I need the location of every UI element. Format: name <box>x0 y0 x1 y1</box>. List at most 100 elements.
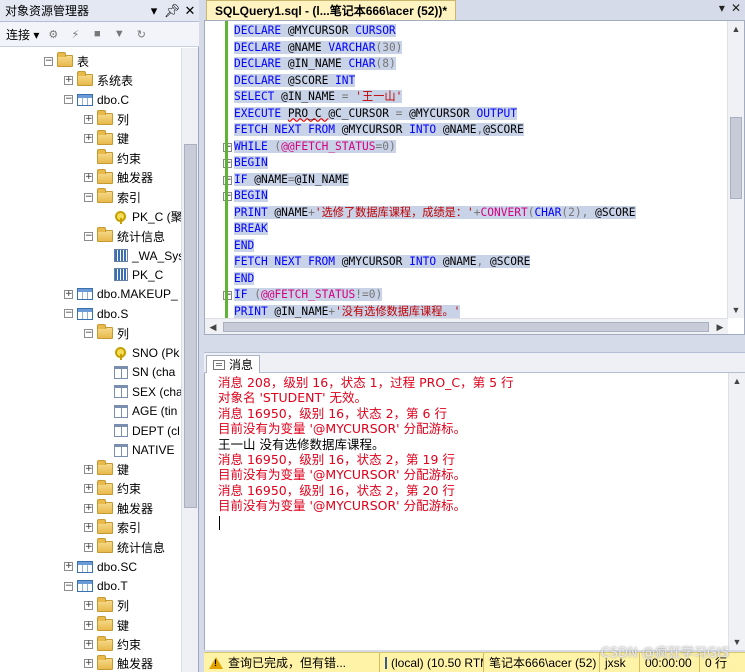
expand-icon[interactable]: + <box>84 134 93 144</box>
messages-pane[interactable]: 消息 208，级别 16，状态 1，过程 PRO_C，第 5 行对象名 'STU… <box>204 373 728 650</box>
code-line[interactable]: DECLARE @NAME VARCHAR(30) <box>234 40 403 57</box>
expand-icon[interactable]: + <box>84 173 93 183</box>
code-line[interactable]: FETCH NEXT FROM @MYCURSOR INTO @NAME, @S… <box>234 254 531 271</box>
collapse-icon[interactable]: − <box>64 95 73 105</box>
scrollbar-thumb[interactable] <box>730 117 742 199</box>
refresh-icon[interactable]: ↻ <box>133 26 149 42</box>
scroll-up-icon[interactable]: ▲ <box>729 373 745 389</box>
scroll-down-icon[interactable]: ▼ <box>729 634 745 650</box>
tree-node[interactable]: + 列 <box>84 596 129 615</box>
tree-node[interactable]: − 表 <box>44 52 89 70</box>
scroll-left-icon[interactable]: ◀ <box>205 319 221 335</box>
collapse-icon[interactable]: − <box>64 309 73 319</box>
tree-node[interactable]: + 索引 <box>84 518 141 537</box>
expand-icon[interactable]: + <box>84 620 93 630</box>
code-line[interactable]: BREAK <box>234 221 268 238</box>
code-line[interactable]: EXECUTE PRO_C @C_CURSOR = @MYCURSOR OUTP… <box>234 106 517 123</box>
tab-close-icon[interactable]: ✕ <box>731 1 741 15</box>
code-line[interactable]: DECLARE @IN_NAME CHAR(8) <box>234 56 396 73</box>
collapse-icon[interactable]: − <box>84 328 93 338</box>
expand-icon[interactable]: + <box>64 289 73 299</box>
tab-list-icon[interactable]: ▾ <box>719 1 725 15</box>
scroll-right-icon[interactable]: ▶ <box>712 319 728 335</box>
expand-icon[interactable]: + <box>84 114 93 124</box>
code-line[interactable]: END <box>234 238 255 255</box>
collapse-icon[interactable]: − <box>84 192 93 202</box>
expand-icon[interactable]: + <box>84 659 93 669</box>
pin-icon[interactable]: 📌︎ <box>163 3 181 19</box>
scrollbar-thumb[interactable] <box>184 144 197 508</box>
tree-node[interactable]: + dbo.SC <box>64 558 137 576</box>
tree-node[interactable]: − dbo.S <box>64 305 128 323</box>
tree-node[interactable]: PK_C <box>104 266 163 284</box>
expand-icon[interactable]: + <box>84 542 93 552</box>
tree-node[interactable]: − 列 <box>84 324 129 342</box>
collapse-icon[interactable]: − <box>44 56 53 66</box>
code-area[interactable]: DECLARE @MYCURSOR CURSOR DECLARE @NAME VA… <box>234 23 729 323</box>
tree-node[interactable]: PK_C (聚 <box>104 208 181 226</box>
collapse-icon[interactable]: − <box>84 231 93 241</box>
tree-node[interactable]: + 约束 <box>84 635 141 654</box>
code-line[interactable]: BEGIN <box>234 155 268 172</box>
connect-dropdown[interactable]: 连接 ▾ <box>6 26 39 43</box>
scroll-up-icon[interactable]: ▲ <box>728 21 744 37</box>
code-line[interactable]: BEGIN <box>234 188 268 205</box>
tree-node[interactable]: + 触发器 <box>84 499 153 517</box>
tree-node[interactable]: − 索引 <box>84 188 141 206</box>
tree-node[interactable]: DEPT (cl <box>104 422 180 440</box>
expand-icon[interactable]: + <box>64 562 73 572</box>
stop-icon[interactable]: ■ <box>89 26 105 42</box>
connect-icon[interactable]: ⚙ <box>45 26 61 42</box>
tab-messages[interactable]: 消息 <box>206 355 261 373</box>
code-line[interactable]: DECLARE @MYCURSOR CURSOR <box>234 23 396 40</box>
code-line[interactable]: DECLARE @SCORE INT <box>234 73 356 90</box>
filter-icon[interactable]: ▼ <box>111 26 127 42</box>
code-line[interactable]: IF @NAME=@IN_NAME <box>234 172 349 189</box>
tree-node[interactable]: + 系统表 <box>64 71 133 89</box>
expand-icon[interactable]: + <box>84 640 93 649</box>
tree-node[interactable]: + 键 <box>84 460 129 478</box>
expand-icon[interactable]: + <box>84 464 93 474</box>
collapse-icon[interactable]: − <box>64 581 73 591</box>
tree-node[interactable]: AGE (tin <box>104 402 177 420</box>
tree-node[interactable]: + 统计信息 <box>84 538 165 556</box>
tree-node[interactable]: − dbo.T <box>64 577 128 595</box>
code-line[interactable]: SELECT @IN_NAME = '王一山' <box>234 89 403 106</box>
expand-icon[interactable]: + <box>84 484 93 494</box>
tree-node[interactable]: SEX (cha <box>104 383 181 401</box>
expand-icon[interactable]: + <box>84 503 93 513</box>
editor-vertical-scrollbar[interactable]: ▲ ▼ <box>727 21 744 318</box>
object-explorer-scrollbar[interactable] <box>181 48 198 672</box>
scroll-down-icon[interactable]: ▼ <box>728 302 744 318</box>
tree-node[interactable]: + 触发器 <box>84 168 153 187</box>
window-position-icon[interactable]: ▾ <box>145 3 163 19</box>
tree-node[interactable]: _WA_Sys <box>104 247 181 265</box>
messages-scrollbar[interactable]: ▲ ▼ <box>728 373 745 650</box>
tree-node[interactable]: − dbo.C <box>64 91 129 109</box>
editor-horizontal-scrollbar[interactable]: ◀ ▶ <box>205 318 728 334</box>
tab-sqlquery1[interactable]: SQLQuery1.sql - (l...笔记本666\acer (52))* <box>206 0 457 20</box>
disconnect-icon[interactable]: ⚡ <box>67 26 83 42</box>
pane-splitter[interactable] <box>204 335 745 352</box>
expand-icon[interactable]: + <box>84 523 93 533</box>
scrollbar-thumb[interactable] <box>223 322 709 332</box>
tree-node[interactable]: + 列 <box>84 110 129 128</box>
code-line[interactable]: WHILE (@@FETCH_STATUS=0) <box>234 139 396 156</box>
tree-node[interactable]: + 键 <box>84 129 129 148</box>
tree-node[interactable]: + 约束 <box>84 479 141 498</box>
expand-icon[interactable]: + <box>64 75 73 85</box>
tree-node[interactable]: − 统计信息 <box>84 227 165 245</box>
expand-icon[interactable]: + <box>84 601 93 611</box>
tree-node[interactable]: SNO (Pk <box>104 344 179 362</box>
code-line[interactable]: IF (@@FETCH_STATUS!=0) <box>234 287 383 304</box>
tree-node[interactable]: + 触发器 <box>84 654 153 672</box>
tree-node[interactable]: 约束 <box>84 149 141 167</box>
query-editor[interactable]: −−−−− DECLARE @MYCURSOR CURSORDECLARE @N… <box>204 20 745 335</box>
tree-node[interactable]: SN (cha <box>104 363 175 381</box>
tree-node[interactable]: + 键 <box>84 616 129 634</box>
tree-node[interactable]: NATIVE <box>104 441 174 459</box>
code-line[interactable]: END <box>234 271 255 288</box>
code-line[interactable]: PRINT @NAME+'选修了数据库课程，成绩是：'+CONVERT(CHAR… <box>234 205 636 222</box>
close-icon[interactable]: ✕ <box>181 3 199 19</box>
code-line[interactable]: FETCH NEXT FROM @MYCURSOR INTO @NAME,@SC… <box>234 122 524 139</box>
